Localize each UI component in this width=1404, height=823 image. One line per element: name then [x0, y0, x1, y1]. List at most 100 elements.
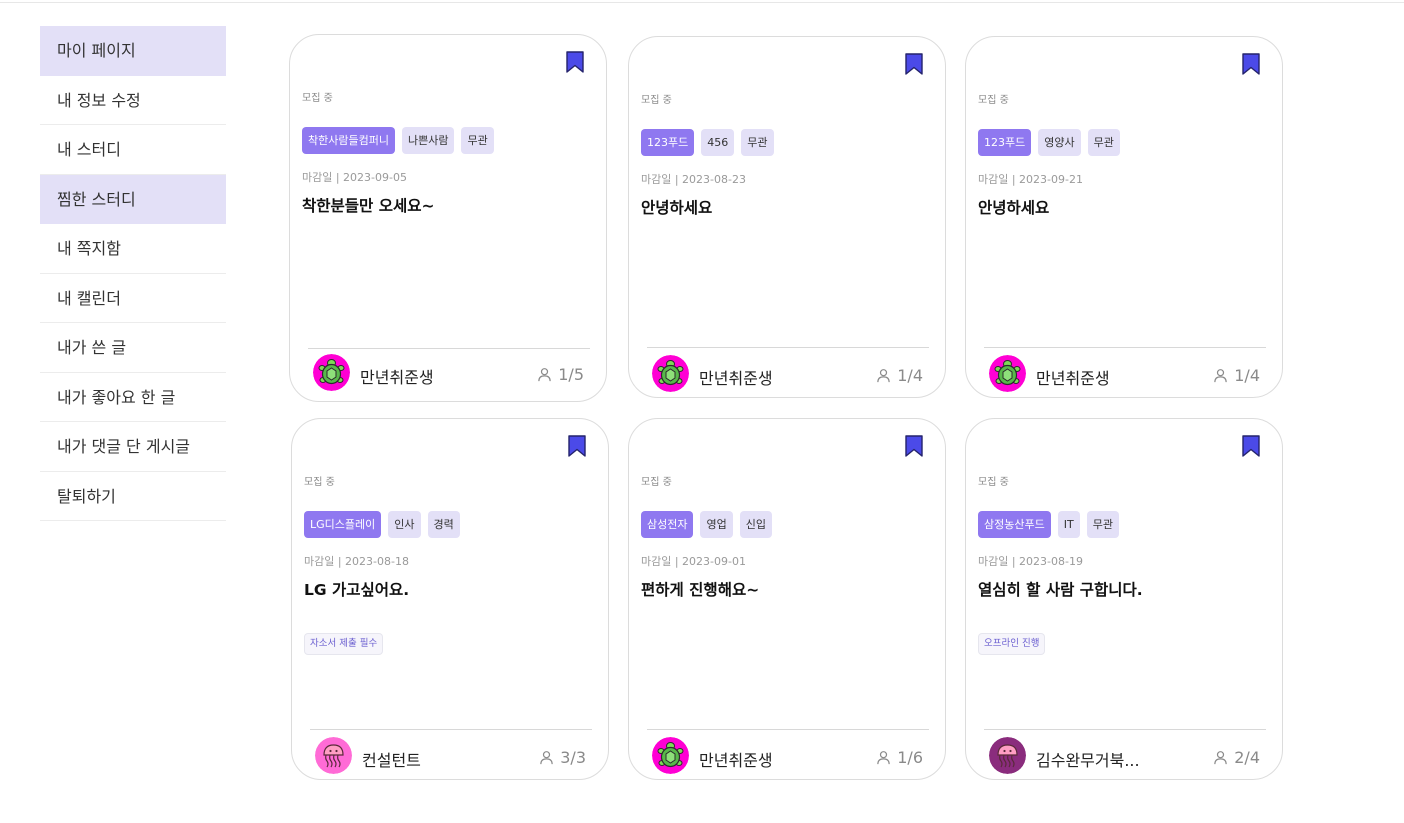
person-icon: [1214, 369, 1227, 383]
sidebar-item[interactable]: 내 정보 수정: [40, 76, 226, 125]
deadline-text: 마감일 | 2023-09-05: [302, 171, 407, 184]
study-title[interactable]: 착한분들만 오세요~: [302, 194, 434, 216]
deadline-text: 마감일 | 2023-08-19: [978, 555, 1083, 568]
member-count: 2/4: [1213, 748, 1260, 767]
study-card[interactable]: 모집 중 123푸드 456 무관마감일 | 2023-08-23 안녕하세요만년취준생…: [628, 36, 946, 398]
card-divider: [647, 347, 929, 348]
card-divider: [984, 347, 1266, 348]
tag-chip: 나쁜사람: [401, 127, 455, 154]
card-divider: [308, 348, 590, 349]
turtle-avatar-icon: [652, 355, 689, 392]
tag-chip: 신입: [739, 511, 772, 538]
member-count-text: 1/6: [897, 748, 923, 767]
tag-list: 삼정농산푸드 IT 무관: [978, 511, 1119, 538]
tag-list: 착한사람들컴퍼니 나쁜사람 무관: [302, 127, 494, 154]
top-border: [0, 0, 1404, 3]
study-card[interactable]: 모집 중 LG디스플레이 인사 경력 마감일 | 2023-08-18 LG 가고싶어요.…: [291, 418, 609, 780]
author-name: 컨설턴트: [362, 751, 421, 770]
author-name: 만년취준생: [699, 369, 773, 388]
sidebar-item[interactable]: 내 쪽지함: [40, 224, 226, 274]
jellyfish-avatar-icon: [315, 737, 352, 774]
study-title[interactable]: 편하게 진행해요~: [641, 578, 759, 600]
tag-chip: 착한사람들컴퍼니: [302, 127, 395, 154]
tag-chip: 인사: [388, 511, 421, 538]
recruit-status: 모집 중: [641, 477, 672, 488]
tag-chip: 경력: [427, 511, 460, 538]
bookmark-icon[interactable]: [905, 53, 923, 75]
tag-chip: 영양사: [1038, 129, 1081, 156]
study-title[interactable]: LG 가고싶어요.: [304, 578, 409, 600]
card-divider: [310, 729, 592, 730]
sidebar: 마이 페이지 내 정보 수정 내 스터디 찜한 스터디 내 쪽지함 내 캘린더 내가 쓴 글…: [40, 26, 226, 521]
turtle-avatar-icon: [652, 737, 689, 774]
author-name: 김수완무거북...: [1036, 751, 1140, 770]
study-card[interactable]: 모집 중착한사람들컴퍼니 나쁜사람 무관마감일 | 2023-09-05 착한분들만 …: [289, 34, 607, 402]
turtle-avatar-icon: [989, 355, 1026, 392]
tag-chip: LG디스플레이: [304, 511, 382, 538]
sidebar-item[interactable]: 내가 쓴 글: [40, 323, 226, 373]
member-count: 1/4: [876, 366, 923, 385]
sidebar-item[interactable]: 탈퇴하기: [40, 472, 226, 521]
tag-chip: 삼정농산푸드: [978, 511, 1051, 538]
tag-chip: 무관: [461, 127, 494, 154]
sidebar-item[interactable]: 마이 페이지: [40, 26, 226, 76]
tag-chip: 무관: [1087, 129, 1120, 156]
tag-list: 123푸드 456 무관: [641, 129, 774, 156]
bookmark-icon[interactable]: [1242, 435, 1260, 457]
recruit-status: 모집 중: [302, 93, 333, 104]
recruit-status: 모집 중: [978, 95, 1009, 106]
bookmark-icon[interactable]: [905, 435, 923, 457]
jellyfish-dark-avatar-icon: [989, 737, 1026, 774]
tag-chip: IT: [1057, 511, 1080, 538]
card-divider: [984, 729, 1266, 730]
card-divider: [647, 729, 929, 730]
sidebar-item[interactable]: 내 캘린더: [40, 274, 226, 323]
member-count: 1/6: [876, 748, 923, 767]
tag-chip: 456: [701, 129, 735, 156]
recruit-status: 모집 중: [641, 95, 672, 106]
tag-list: 123푸드 영양사 무관: [978, 129, 1120, 156]
author-name: 만년취준생: [360, 368, 434, 387]
member-count-text: 3/3: [560, 748, 586, 767]
person-icon: [877, 369, 890, 383]
deadline-text: 마감일 | 2023-09-01: [641, 555, 746, 568]
tag-chip: 무관: [741, 129, 774, 156]
tag-list: 삼성전자 영업 신입: [641, 511, 772, 538]
note-badge: 오프라인 진행: [978, 633, 1046, 655]
member-count-text: 2/4: [1234, 748, 1260, 767]
tag-chip: 123푸드: [641, 129, 695, 156]
bookmark-icon[interactable]: [566, 51, 584, 73]
study-card[interactable]: 모집 중삼정농산푸드 IT 무관마감일 | 2023-08-19 열심히 할 사람 구…: [965, 418, 1283, 780]
study-card[interactable]: 모집 중삼성전자 영업 신입마감일 | 2023-09-01 편하게 진행해요~ 만년취…: [628, 418, 946, 780]
person-icon: [538, 368, 551, 382]
member-count-text: 1/4: [897, 366, 923, 385]
bookmark-icon[interactable]: [1242, 53, 1260, 75]
study-title[interactable]: 열심히 할 사람 구합니다.: [978, 578, 1143, 600]
recruit-status: 모집 중: [978, 477, 1009, 488]
sidebar-item[interactable]: 내가 댓글 단 게시글: [40, 422, 226, 472]
turtle-avatar-icon: [313, 354, 350, 391]
person-icon: [540, 751, 553, 765]
note-badge: 자소서 제출 필수: [304, 633, 384, 655]
recruit-status: 모집 중: [304, 477, 335, 488]
sidebar-item[interactable]: 찜한 스터디: [40, 174, 226, 224]
tag-list: LG디스플레이 인사 경력: [304, 511, 460, 538]
tag-chip: 삼성전자: [641, 511, 694, 538]
member-count-text: 1/4: [1234, 366, 1260, 385]
tag-chip: 영업: [700, 511, 733, 538]
tag-chip: 무관: [1086, 511, 1119, 538]
sidebar-item[interactable]: 내가 좋아요 한 글: [40, 373, 226, 422]
member-count: 1/4: [1213, 366, 1260, 385]
member-count: 1/5: [537, 365, 584, 384]
person-icon: [877, 751, 890, 765]
study-card[interactable]: 모집 중 123푸드 영양사 무관 마감일 | 2023-09-21 안녕하세요 만년취준생…: [965, 36, 1283, 398]
author-name: 만년취준생: [1036, 369, 1110, 388]
member-count: 3/3: [539, 748, 586, 767]
author-name: 만년취준생: [699, 751, 773, 770]
study-title[interactable]: 안녕하세요: [641, 196, 712, 218]
deadline-text: 마감일 | 2023-08-23: [641, 173, 746, 186]
bookmark-icon[interactable]: [568, 435, 586, 457]
study-title[interactable]: 안녕하세요: [978, 196, 1049, 218]
sidebar-item[interactable]: 내 스터디: [40, 125, 226, 175]
person-icon: [1214, 751, 1227, 765]
